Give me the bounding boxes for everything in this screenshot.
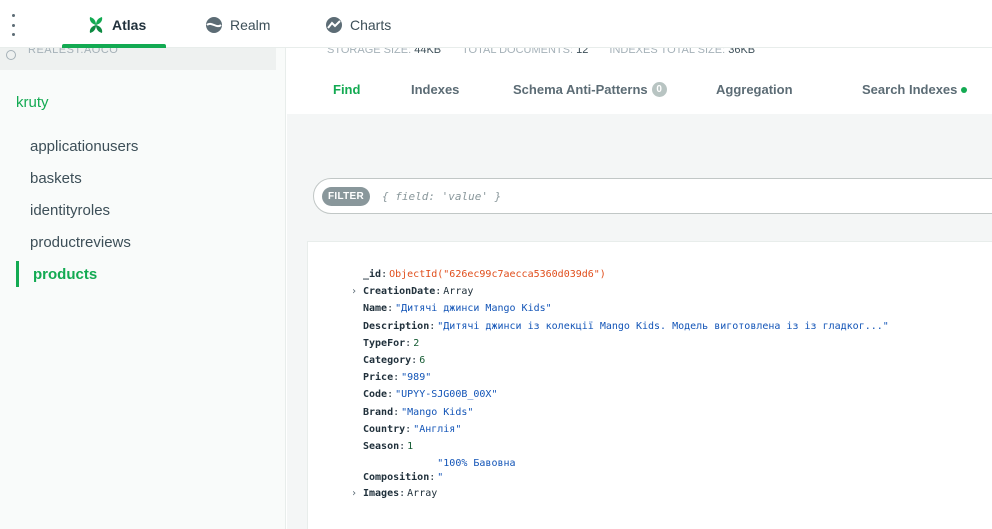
field-key: Category — [363, 355, 412, 367]
indexes-size-stat: INDEXES TOTAL SIZE: 36KB — [609, 48, 755, 56]
tab-atlas[interactable]: Atlas — [86, 12, 146, 38]
filter-input[interactable] — [382, 185, 982, 207]
sidebar-search[interactable]: REALEST.AOCO — [0, 48, 276, 70]
tab-search-indexes[interactable]: Search Indexes — [862, 82, 968, 97]
tab-charts[interactable]: Charts — [324, 12, 391, 38]
field-value: 6 — [419, 355, 426, 367]
storage-size-stat: STORAGE SIZE: 44KB — [327, 48, 441, 56]
field-brand: Brand: "Mango Kids" — [363, 406, 474, 418]
total-documents-stat: TOTAL DOCUMENTS: 12 — [462, 48, 588, 56]
field-value: "UPYY-SJG00B_00X" — [395, 389, 498, 401]
field-value: "Mango Kids" — [401, 406, 474, 418]
tab-realm-label: Realm — [230, 17, 271, 33]
sidebar-item-productreviews[interactable]: productreviews — [0, 226, 286, 258]
composition-line-1: "100% Бавовна — [437, 458, 516, 470]
composition-line-2: " — [437, 472, 444, 484]
field-key: Name — [363, 303, 388, 315]
database-name[interactable]: kruty — [16, 94, 49, 111]
storage-size-value: 44KB — [414, 48, 442, 56]
indexes-size-label: INDEXES TOTAL SIZE: — [609, 48, 726, 56]
field-value: "Дитячі джинси із колекції Mango Kids. М… — [437, 320, 889, 332]
tab-schema-anti-patterns[interactable]: Schema Anti-Patterns 0 — [513, 82, 667, 97]
sidebar-search-placeholder: REALEST.AOCO — [28, 48, 119, 56]
sidebar-item-products[interactable]: products — [0, 258, 286, 290]
field-value: Array — [407, 488, 438, 500]
field-value: "100% Бавовна " — [437, 458, 557, 484]
field-key: Season — [363, 440, 400, 452]
collection-list: applicationusers baskets identityroles p… — [0, 130, 286, 290]
tab-schema-label: Schema Anti-Patterns — [513, 82, 648, 97]
filter-label: FILTER — [322, 187, 371, 206]
field-value: "Англія" — [413, 423, 462, 435]
realm-icon — [204, 15, 224, 35]
collections-sidebar: REALEST.AOCO kruty applicationusers bask… — [0, 48, 286, 529]
field-key: TypeFor — [363, 337, 406, 349]
field-id: _id: ObjectId("626ec99c7aecca5360d039d6"… — [363, 269, 606, 281]
tab-atlas-label: Atlas — [112, 17, 147, 33]
field-value: 2 — [413, 337, 420, 349]
filter-bar: FILTER — [313, 178, 992, 214]
field-description: Description: "Дитячі джинси із колекції … — [363, 320, 889, 332]
expand-chevron-icon[interactable]: › — [351, 488, 357, 499]
schema-count-badge: 0 — [651, 82, 667, 97]
field-country: Country: "Англія" — [363, 423, 462, 435]
search-icon — [6, 50, 16, 60]
field-value: Array — [443, 286, 474, 298]
field-season: Season: 1 — [363, 440, 414, 452]
collection-stats: STORAGE SIZE: 44KB TOTAL DOCUMENTS: 12 I… — [327, 48, 773, 62]
more-menu-icon[interactable] — [8, 14, 18, 36]
sidebar-item-applicationusers[interactable]: applicationusers — [0, 130, 286, 162]
tab-find[interactable]: Find — [333, 82, 360, 97]
tab-realm[interactable]: Realm — [204, 12, 270, 38]
field-key: Price — [363, 372, 394, 384]
field-key: Country — [363, 423, 406, 435]
field-images[interactable]: › Images: Array — [351, 485, 889, 502]
field-composition: Composition: "100% Бавовна " — [363, 455, 889, 485]
field-value: "Дитячі джинси Mango Kids" — [395, 303, 552, 315]
query-area: FILTER — [287, 114, 992, 238]
sidebar-item-identityroles[interactable]: identityroles — [0, 194, 286, 226]
field-key: Brand — [363, 406, 394, 418]
tab-indexes[interactable]: Indexes — [411, 82, 459, 97]
field-value: ObjectId("626ec99c7aecca5360d039d6") — [389, 269, 606, 281]
field-key: Description — [363, 320, 430, 332]
top-nav-bar: Atlas Realm Charts — [0, 0, 992, 48]
tab-charts-label: Charts — [350, 17, 392, 33]
field-category: Category: 6 — [363, 355, 426, 367]
atlas-leaves-icon — [86, 15, 106, 35]
field-typefor: TypeFor: 2 — [363, 337, 420, 349]
expand-chevron-icon[interactable]: › — [351, 286, 357, 297]
document-fields: _id: ObjectId("626ec99c7aecca5360d039d6"… — [351, 266, 889, 502]
field-value: "989" — [401, 372, 432, 384]
field-key: Code — [363, 389, 388, 401]
field-key: CreationDate — [363, 286, 436, 298]
tab-search-label: Search Indexes — [862, 82, 958, 97]
field-key: Composition — [363, 471, 430, 483]
field-name: Name: "Дитячі джинси Mango Kids" — [363, 303, 552, 315]
storage-size-label: STORAGE SIZE: — [327, 48, 412, 56]
total-documents-label: TOTAL DOCUMENTS: — [462, 48, 574, 56]
total-documents-value: 12 — [576, 48, 589, 56]
field-key: Images — [363, 488, 400, 500]
tab-aggregation[interactable]: Aggregation — [716, 82, 793, 97]
status-dot-icon — [961, 86, 968, 93]
collection-tabs: Find Indexes Schema Anti-Patterns 0 Aggr… — [287, 76, 992, 106]
field-value: 1 — [407, 440, 414, 452]
field-price: Price: "989" — [363, 372, 432, 384]
indexes-size-value: 36KB — [728, 48, 756, 56]
sidebar-item-baskets[interactable]: baskets — [0, 162, 286, 194]
document-card: _id: ObjectId("626ec99c7aecca5360d039d6"… — [307, 241, 992, 529]
charts-icon — [324, 15, 344, 35]
main-panel: STORAGE SIZE: 44KB TOTAL DOCUMENTS: 12 I… — [287, 48, 992, 529]
field-code: Code: "UPYY-SJG00B_00X" — [363, 389, 498, 401]
field-creationdate[interactable]: › CreationDate: Array — [351, 283, 889, 300]
field-key: _id — [363, 269, 382, 281]
